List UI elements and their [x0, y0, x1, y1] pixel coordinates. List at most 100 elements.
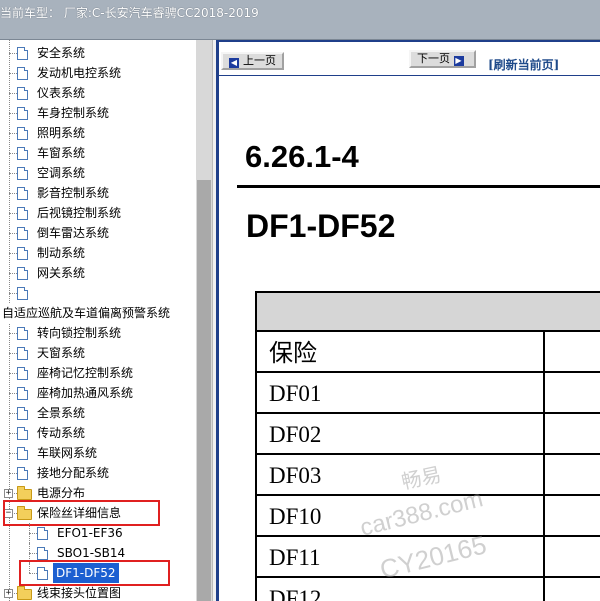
tree-item-label: 线束接头位置图: [37, 586, 122, 600]
tree-item-24[interactable]: EFO1-EF36: [0, 523, 196, 543]
tree-item-4[interactable]: 照明系统: [0, 123, 196, 143]
tree-item-8[interactable]: 后视镜控制系统: [0, 203, 196, 223]
tree-item-2[interactable]: 仪表系统: [0, 83, 196, 103]
tree-item-17[interactable]: 座椅加热通风系统: [0, 383, 196, 403]
tree-item-1[interactable]: 发动机电控系统: [0, 63, 196, 83]
tree-item-6[interactable]: 空调系统: [0, 163, 196, 183]
tree-item-0[interactable]: 安全系统: [0, 43, 196, 63]
tree-item-label: 照明系统: [37, 126, 86, 140]
document-icon: [17, 347, 28, 360]
previous-page-button[interactable]: ◀ 上一页: [221, 52, 284, 70]
document-icon: [17, 367, 28, 380]
tree-item-3[interactable]: 车身控制系统: [0, 103, 196, 123]
scrollbar-thumb[interactable]: [197, 180, 211, 601]
document-title: DF1-DF52: [246, 208, 396, 244]
tree-item-27[interactable]: + 线束接头位置图: [0, 583, 196, 601]
tree-item-12[interactable]: [0, 283, 196, 303]
tree-item-16[interactable]: 座椅记忆控制系统: [0, 363, 196, 383]
document-icon: [17, 187, 28, 200]
tree-item-label: 车窗系统: [37, 146, 86, 160]
tree-item-label: 天窗系统: [37, 346, 86, 360]
table-cell: DF01: [257, 373, 545, 412]
tree-item-10[interactable]: 制动系统: [0, 243, 196, 263]
tree-item-label: 车联网系统: [37, 446, 98, 460]
table-row: DF01: [257, 373, 600, 414]
folder-icon: [17, 486, 32, 500]
document-icon: [17, 407, 28, 420]
section-code: 6.26.1-4: [245, 139, 359, 174]
tree-item-label: 倒车雷达系统: [37, 226, 110, 240]
document-icon: [17, 467, 28, 480]
document-icon: [17, 67, 28, 80]
tree-item-label: 接地分配系统: [37, 466, 110, 480]
document-icon: [17, 247, 28, 260]
tree-item-label: 座椅记忆控制系统: [37, 366, 134, 380]
table-row: DF02: [257, 414, 600, 455]
expand-icon[interactable]: +: [4, 589, 13, 598]
arrow-right-icon: ▶: [453, 56, 464, 66]
document-icon: [17, 87, 28, 100]
tree-guide-line: [29, 523, 30, 543]
tree-item-21[interactable]: 接地分配系统: [0, 463, 196, 483]
document-icon: [17, 267, 28, 280]
tree-item-19[interactable]: 传动系统: [0, 423, 196, 443]
refresh-page-link[interactable]: [刷新当前页]: [488, 56, 559, 73]
table-header-row: [257, 291, 600, 332]
tree-item-13[interactable]: 自适应巡航及车道偏离预警系统: [0, 303, 196, 323]
document-icon: [17, 147, 28, 160]
tree-item-label: 安全系统: [37, 46, 86, 60]
heading-divider: [237, 185, 600, 188]
table-row: 保险: [257, 332, 600, 373]
expand-icon[interactable]: +: [4, 489, 13, 498]
document-icon: [37, 547, 48, 560]
navigation-tree[interactable]: 安全系统发动机电控系统 仪表系统车身控制系统 照明系统车窗系统空调系统影音控制系统后…: [0, 40, 196, 601]
tree-item-18[interactable]: 全景系统: [0, 403, 196, 423]
tree-item-label: 座椅加热通风系统: [37, 386, 134, 400]
next-page-button[interactable]: 下一页 ▶: [409, 50, 476, 68]
document-icon: [17, 327, 28, 340]
document-icon: [17, 47, 28, 60]
window-title: 当前车型： 厂家:C-长安汽车睿骋CC2018-2019: [0, 6, 259, 20]
document-icon: [17, 107, 28, 120]
document-icon: [17, 447, 28, 460]
next-page-label: 下一页: [417, 52, 450, 65]
tree-item-label: 转向锁控制系统: [37, 326, 122, 340]
title-bar: 当前车型： 厂家:C-长安汽车睿骋CC2018-2019: [0, 0, 600, 40]
document-icon: [17, 287, 28, 300]
tree-item-label: 自适应巡航及车道偏离预警系统: [2, 306, 171, 320]
tree-item-label: 仪表系统: [37, 86, 86, 100]
tree-item-label: EFO1-EF36: [57, 526, 123, 540]
document-icon: [17, 427, 28, 440]
document-pane: ◀ 上一页 下一页 ▶ [刷新当前页] 6.26.1-4 DF1-DF52 保险 D…: [216, 40, 600, 601]
tree-item-label: 后视镜控制系统: [37, 206, 122, 220]
tree-item-label: 空调系统: [37, 166, 86, 180]
tree-item-15[interactable]: 天窗系统: [0, 343, 196, 363]
table-cell: 保险: [257, 332, 545, 371]
tree-item-7[interactable]: 影音控制系统: [0, 183, 196, 203]
arrow-left-icon: ◀: [229, 58, 239, 68]
table-cell: DF02: [257, 414, 545, 453]
tree-item-9[interactable]: 倒车雷达系统: [0, 223, 196, 243]
tree-item-5[interactable]: 车窗系统: [0, 143, 196, 163]
document-icon: [17, 207, 28, 220]
tree-item-label: 制动系统: [37, 246, 86, 260]
previous-page-label: 上一页: [243, 54, 276, 67]
document-icon: [17, 167, 28, 180]
tree-item-label: 网关系统: [37, 266, 86, 280]
document-icon: [17, 227, 28, 240]
tree-item-20[interactable]: 车联网系统: [0, 443, 196, 463]
tree-item-14[interactable]: 转向锁控制系统: [0, 323, 196, 343]
tree-scrollbar[interactable]: [196, 40, 212, 601]
document-icon: [17, 127, 28, 140]
tree-item-label: 传动系统: [37, 426, 86, 440]
tree-item-11[interactable]: 网关系统: [0, 263, 196, 283]
page-navigation-bar: ◀ 上一页 下一页 ▶ [刷新当前页]: [219, 42, 600, 76]
document-icon: [17, 387, 28, 400]
tree-item-label: 发动机电控系统: [37, 66, 122, 80]
table-row: DF12: [257, 578, 600, 601]
tree-item-label: 车身控制系统: [37, 106, 110, 120]
tree-item-label: 影音控制系统: [37, 186, 110, 200]
tree-item-label: 全景系统: [37, 406, 86, 420]
folder-icon: [17, 586, 32, 600]
document-icon: [37, 527, 48, 540]
